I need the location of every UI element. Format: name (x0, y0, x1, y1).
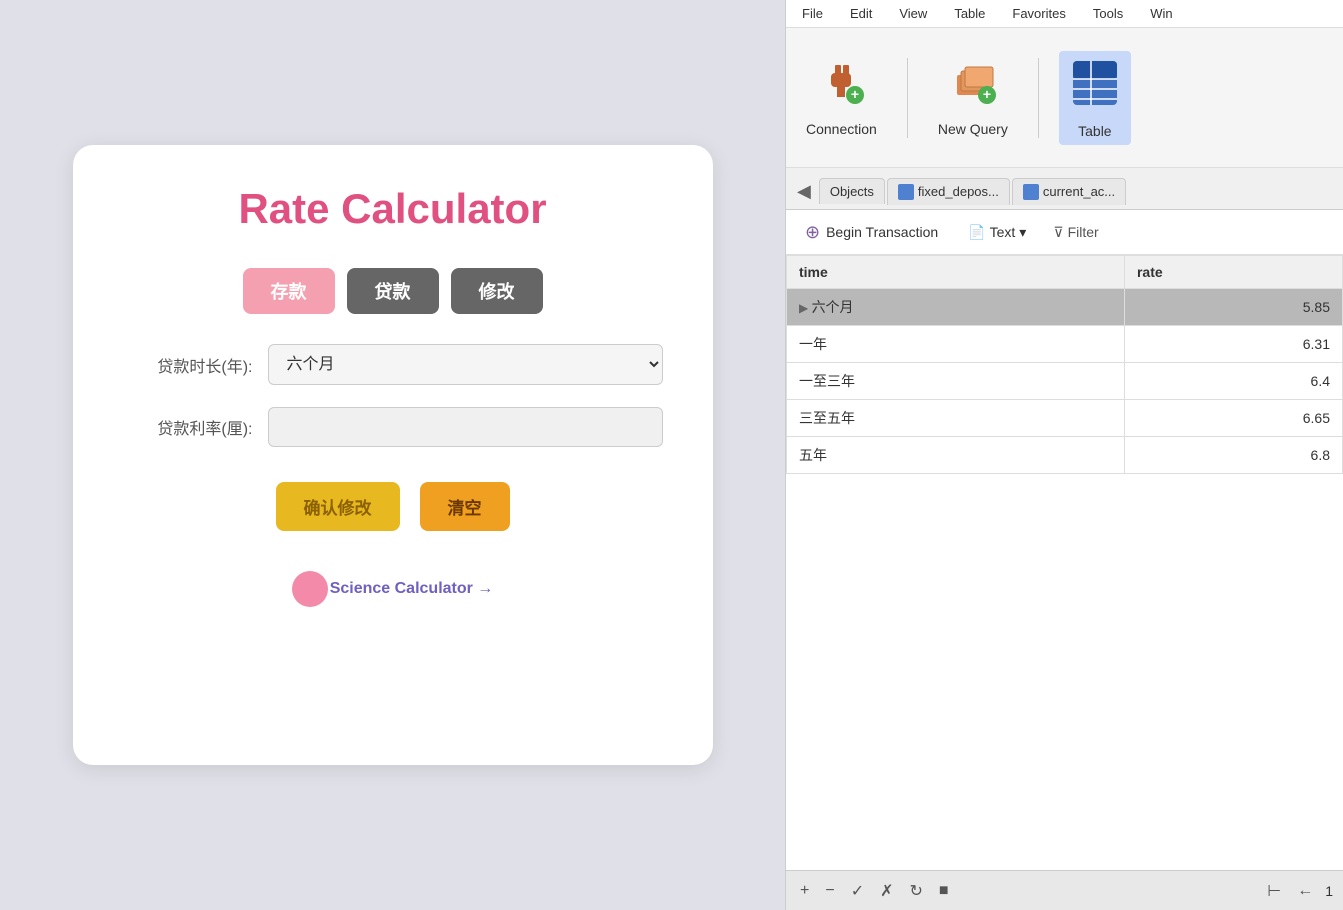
cell-time: 一年 (787, 326, 1125, 363)
col-header-rate: rate (1124, 256, 1342, 289)
db-tabs: ◀ Objects fixed_depos... current_ac... (786, 168, 1343, 210)
bottom-right-controls: ⊢ ← 1 (1263, 879, 1333, 903)
filter-button[interactable]: ⊽ Filter (1045, 220, 1106, 245)
filter-label: Filter (1068, 224, 1099, 240)
begin-transaction-button[interactable]: ⊕ Begin Transaction (794, 217, 949, 248)
duration-select[interactable]: 六个月 一年 一至三年 三至五年 五年 (268, 344, 663, 385)
row-arrow-icon: ▶ (799, 301, 812, 315)
current-account-label: current_ac... (1043, 184, 1115, 199)
duration-label: 贷款时长(年): (123, 353, 253, 377)
toolbar-divider-1 (907, 58, 908, 138)
menu-win[interactable]: Win (1144, 4, 1178, 23)
table-row[interactable]: 五年6.8 (787, 437, 1343, 474)
svg-text:+: + (851, 86, 859, 102)
toolbar-new-query[interactable]: + New Query (928, 53, 1018, 143)
menu-view[interactable]: View (893, 4, 933, 23)
clear-button[interactable]: 清空 (420, 482, 510, 531)
text-label: Text (990, 224, 1016, 240)
menu-bar: File Edit View Table Favorites Tools Win (786, 0, 1343, 28)
current-account-icon (1023, 184, 1039, 200)
table-row[interactable]: 三至五年6.65 (787, 400, 1343, 437)
menu-favorites[interactable]: Favorites (1006, 4, 1071, 23)
fixed-deposit-label: fixed_depos... (918, 184, 999, 199)
confirm-button[interactable]: 确认修改 (276, 482, 400, 531)
connection-label: Connection (806, 121, 877, 137)
menu-file[interactable]: File (796, 4, 829, 23)
calculator-card: Rate Calculator 存款 贷款 修改 贷款时长(年): 六个月 一年… (73, 145, 713, 765)
right-panel: File Edit View Table Favorites Tools Win… (785, 0, 1343, 910)
col-header-time: time (787, 256, 1125, 289)
add-row-button[interactable]: + (796, 880, 813, 902)
begin-transaction-icon: ⊕ (805, 222, 820, 243)
db-table-container[interactable]: time rate ▶ 六个月5.85一年6.31一至三年6.4三至五年6.65… (786, 255, 1343, 870)
menu-table[interactable]: Table (948, 4, 991, 23)
objects-tab-label: Objects (830, 184, 874, 199)
confirm-change-button[interactable]: ✓ (847, 879, 868, 903)
prev-page-button[interactable]: ← (1293, 880, 1317, 902)
collapse-button[interactable]: ◀ (791, 177, 817, 206)
svg-text:+: + (983, 86, 991, 102)
fixed-deposit-icon (898, 184, 914, 200)
cell-time: ▶ 六个月 (787, 289, 1125, 326)
cell-rate: 6.31 (1124, 326, 1342, 363)
tab-fixed-deposit[interactable]: fixed_depos... (887, 178, 1010, 205)
bottom-left-controls: + − ✓ ✗ ↻ ■ (796, 879, 953, 903)
tab-objects[interactable]: Objects (819, 178, 885, 204)
new-query-icon: + (949, 59, 997, 115)
text-button[interactable]: 📄 Text ▾ (957, 219, 1037, 246)
data-table: time rate ▶ 六个月5.85一年6.31一至三年6.4三至五年6.65… (786, 255, 1343, 474)
cell-time: 一至三年 (787, 363, 1125, 400)
menu-edit[interactable]: Edit (844, 4, 878, 23)
db-action-bar: ⊕ Begin Transaction 📄 Text ▾ ⊽ Filter (786, 210, 1343, 255)
rate-row: 贷款利率(厘): (123, 407, 663, 447)
cell-rate: 5.85 (1124, 289, 1342, 326)
page-number: 1 (1325, 883, 1333, 899)
db-toolbar: + Connection + New Query (786, 28, 1343, 168)
tab-modify[interactable]: 修改 (451, 268, 543, 314)
form-section: 贷款时长(年): 六个月 一年 一至三年 三至五年 五年 贷款利率(厘): (123, 344, 663, 447)
stop-button[interactable]: ■ (935, 880, 953, 902)
action-buttons: 确认修改 清空 (276, 482, 510, 531)
table-icon (1069, 57, 1121, 117)
menu-tools[interactable]: Tools (1087, 4, 1129, 23)
cancel-change-button[interactable]: ✗ (876, 879, 897, 903)
science-calculator-link[interactable]: Science Calculator → (310, 580, 494, 598)
cell-rate: 6.4 (1124, 363, 1342, 400)
text-doc-icon: 📄 (968, 224, 985, 241)
filter-icon: ⊽ (1053, 224, 1063, 241)
toolbar-table[interactable]: Table (1059, 51, 1131, 145)
tab-current-account[interactable]: current_ac... (1012, 178, 1126, 205)
cell-time: 三至五年 (787, 400, 1125, 437)
left-panel: Rate Calculator 存款 贷款 修改 贷款时长(年): 六个月 一年… (0, 0, 785, 910)
connection-icon: + (817, 59, 865, 115)
begin-transaction-label: Begin Transaction (826, 224, 938, 240)
tab-loan[interactable]: 贷款 (347, 268, 439, 314)
rate-label: 贷款利率(厘): (123, 415, 253, 439)
rate-input[interactable] (268, 407, 663, 447)
table-row[interactable]: 一至三年6.4 (787, 363, 1343, 400)
refresh-button[interactable]: ↻ (906, 879, 927, 903)
db-bottom-bar: + − ✓ ✗ ↻ ■ ⊢ ← 1 (786, 870, 1343, 910)
remove-row-button[interactable]: − (821, 880, 838, 902)
text-dropdown-icon: ▾ (1019, 224, 1026, 241)
science-dot (292, 571, 328, 607)
toolbar-connection[interactable]: + Connection (796, 53, 887, 143)
duration-row: 贷款时长(年): 六个月 一年 一至三年 三至五年 五年 (123, 344, 663, 385)
cell-time: 五年 (787, 437, 1125, 474)
table-row[interactable]: ▶ 六个月5.85 (787, 289, 1343, 326)
table-label: Table (1078, 123, 1111, 139)
toolbar-divider-2 (1038, 58, 1039, 138)
cell-rate: 6.8 (1124, 437, 1342, 474)
calculator-title: Rate Calculator (238, 185, 546, 233)
tab-deposit[interactable]: 存款 (243, 268, 335, 314)
first-page-button[interactable]: ⊢ (1263, 879, 1285, 903)
cell-rate: 6.65 (1124, 400, 1342, 437)
new-query-label: New Query (938, 121, 1008, 137)
tab-buttons: 存款 贷款 修改 (243, 268, 543, 314)
table-row[interactable]: 一年6.31 (787, 326, 1343, 363)
science-link-wrapper: Science Calculator → (292, 571, 494, 607)
